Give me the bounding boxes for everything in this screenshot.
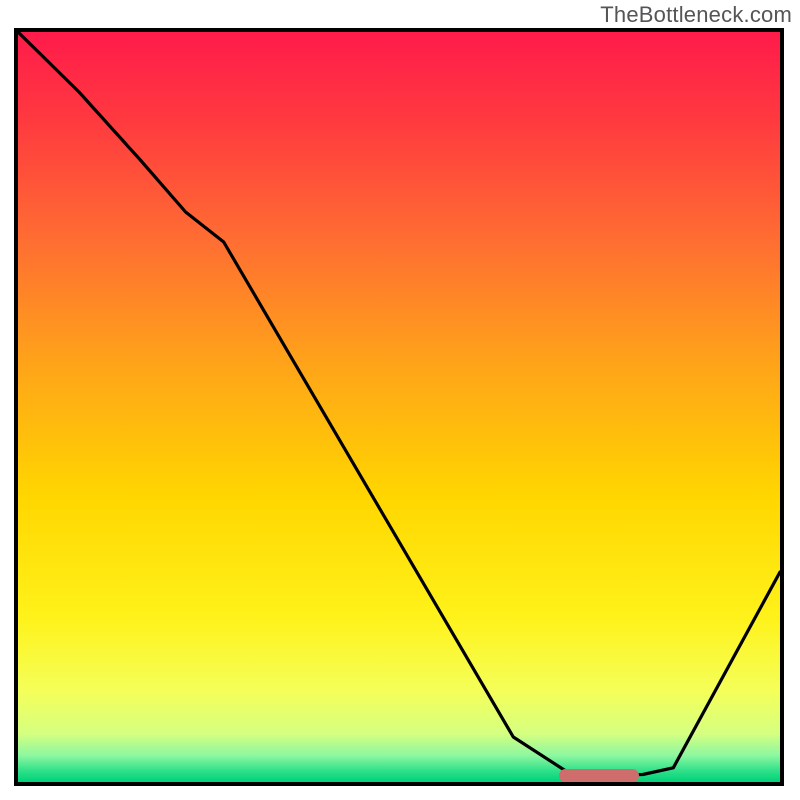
plot-area	[18, 32, 780, 782]
watermark-text: TheBottleneck.com	[600, 2, 792, 28]
background-gradient	[18, 32, 780, 782]
minimum-marker-capsule	[559, 769, 639, 783]
